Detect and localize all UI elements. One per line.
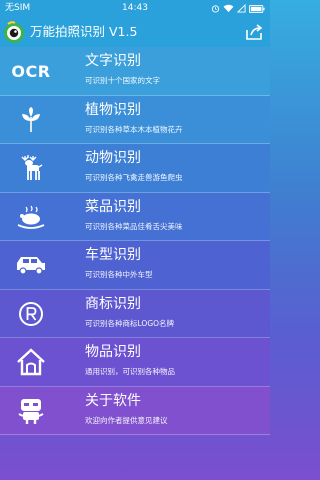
roast-chicken-icon — [10, 201, 52, 233]
house-icon — [10, 346, 52, 378]
item-description: 可识别各种飞禽走兽游鱼爬虫 — [85, 173, 183, 182]
list-item-about[interactable]: 关于软件 欢迎向作者提供意见建议 — [0, 386, 270, 435]
share-icon[interactable] — [244, 22, 264, 42]
registered-trademark-icon — [10, 298, 52, 330]
alarm-icon — [211, 5, 220, 13]
app-logo-icon — [4, 21, 24, 43]
list-item-plant-recognition[interactable]: 植物识别 可识别各种草本木本植物花卉 — [0, 95, 270, 144]
status-bar: 无SIM 14:43 — [0, 0, 270, 17]
plant-icon — [10, 104, 52, 136]
item-description: 可识别各种商标LOGO名牌 — [85, 318, 175, 328]
item-description: 欢迎向作者提供意见建议 — [85, 415, 168, 425]
item-description: 可识别各种草本木本植物花卉 — [85, 124, 183, 134]
list-item-animal-recognition[interactable]: 动物识别 可识别各种飞禽走兽游鱼爬虫 — [0, 144, 270, 193]
ocr-icon: OCR — [11, 61, 51, 81]
deer-icon — [10, 152, 52, 184]
item-title: 文字识别 — [85, 53, 141, 69]
item-title: 动物识别 — [85, 150, 141, 166]
wifi-icon — [223, 4, 234, 13]
list-item-text-recognition[interactable]: OCR 文字识别 可识别十个国家的文字 — [0, 47, 270, 96]
feature-list: OCR 文字识别 可识别十个国家的文字 植物识别 可识别各种草本木本植物花卉 动… — [0, 47, 270, 435]
app-header: 万能拍照识别 V1.5 — [0, 17, 270, 47]
list-item-dish-recognition[interactable]: 菜品识别 可识别各种菜品佳肴舌尖美味 — [0, 192, 270, 241]
battery-icon — [249, 4, 265, 13]
item-title: 车型识别 — [85, 247, 141, 263]
item-title: 商标识别 — [85, 295, 141, 312]
list-item-logo-recognition[interactable]: 商标识别 可识别各种商标LOGO名牌 — [0, 289, 270, 338]
item-title: 关于软件 — [85, 392, 141, 409]
list-item-object-recognition[interactable]: 物品识别 通用识别，可识别各种物品 — [0, 338, 270, 387]
robot-icon — [10, 395, 52, 427]
item-title: 菜品识别 — [85, 198, 141, 215]
item-description: 可识别十个国家的文字 — [85, 76, 160, 85]
item-title: 物品识别 — [85, 344, 141, 360]
item-title: 植物识别 — [85, 101, 141, 118]
signal-icon — [237, 4, 246, 13]
app-title: 万能拍照识别 V1.5 — [30, 24, 138, 39]
item-description: 可识别各种菜品佳肴舌尖美味 — [85, 221, 183, 231]
car-icon — [10, 249, 52, 281]
item-description: 可识别各种中外车型 — [85, 270, 153, 279]
item-description: 通用识别，可识别各种物品 — [85, 367, 175, 376]
list-item-car-recognition[interactable]: 车型识别 可识别各种中外车型 — [0, 241, 270, 290]
